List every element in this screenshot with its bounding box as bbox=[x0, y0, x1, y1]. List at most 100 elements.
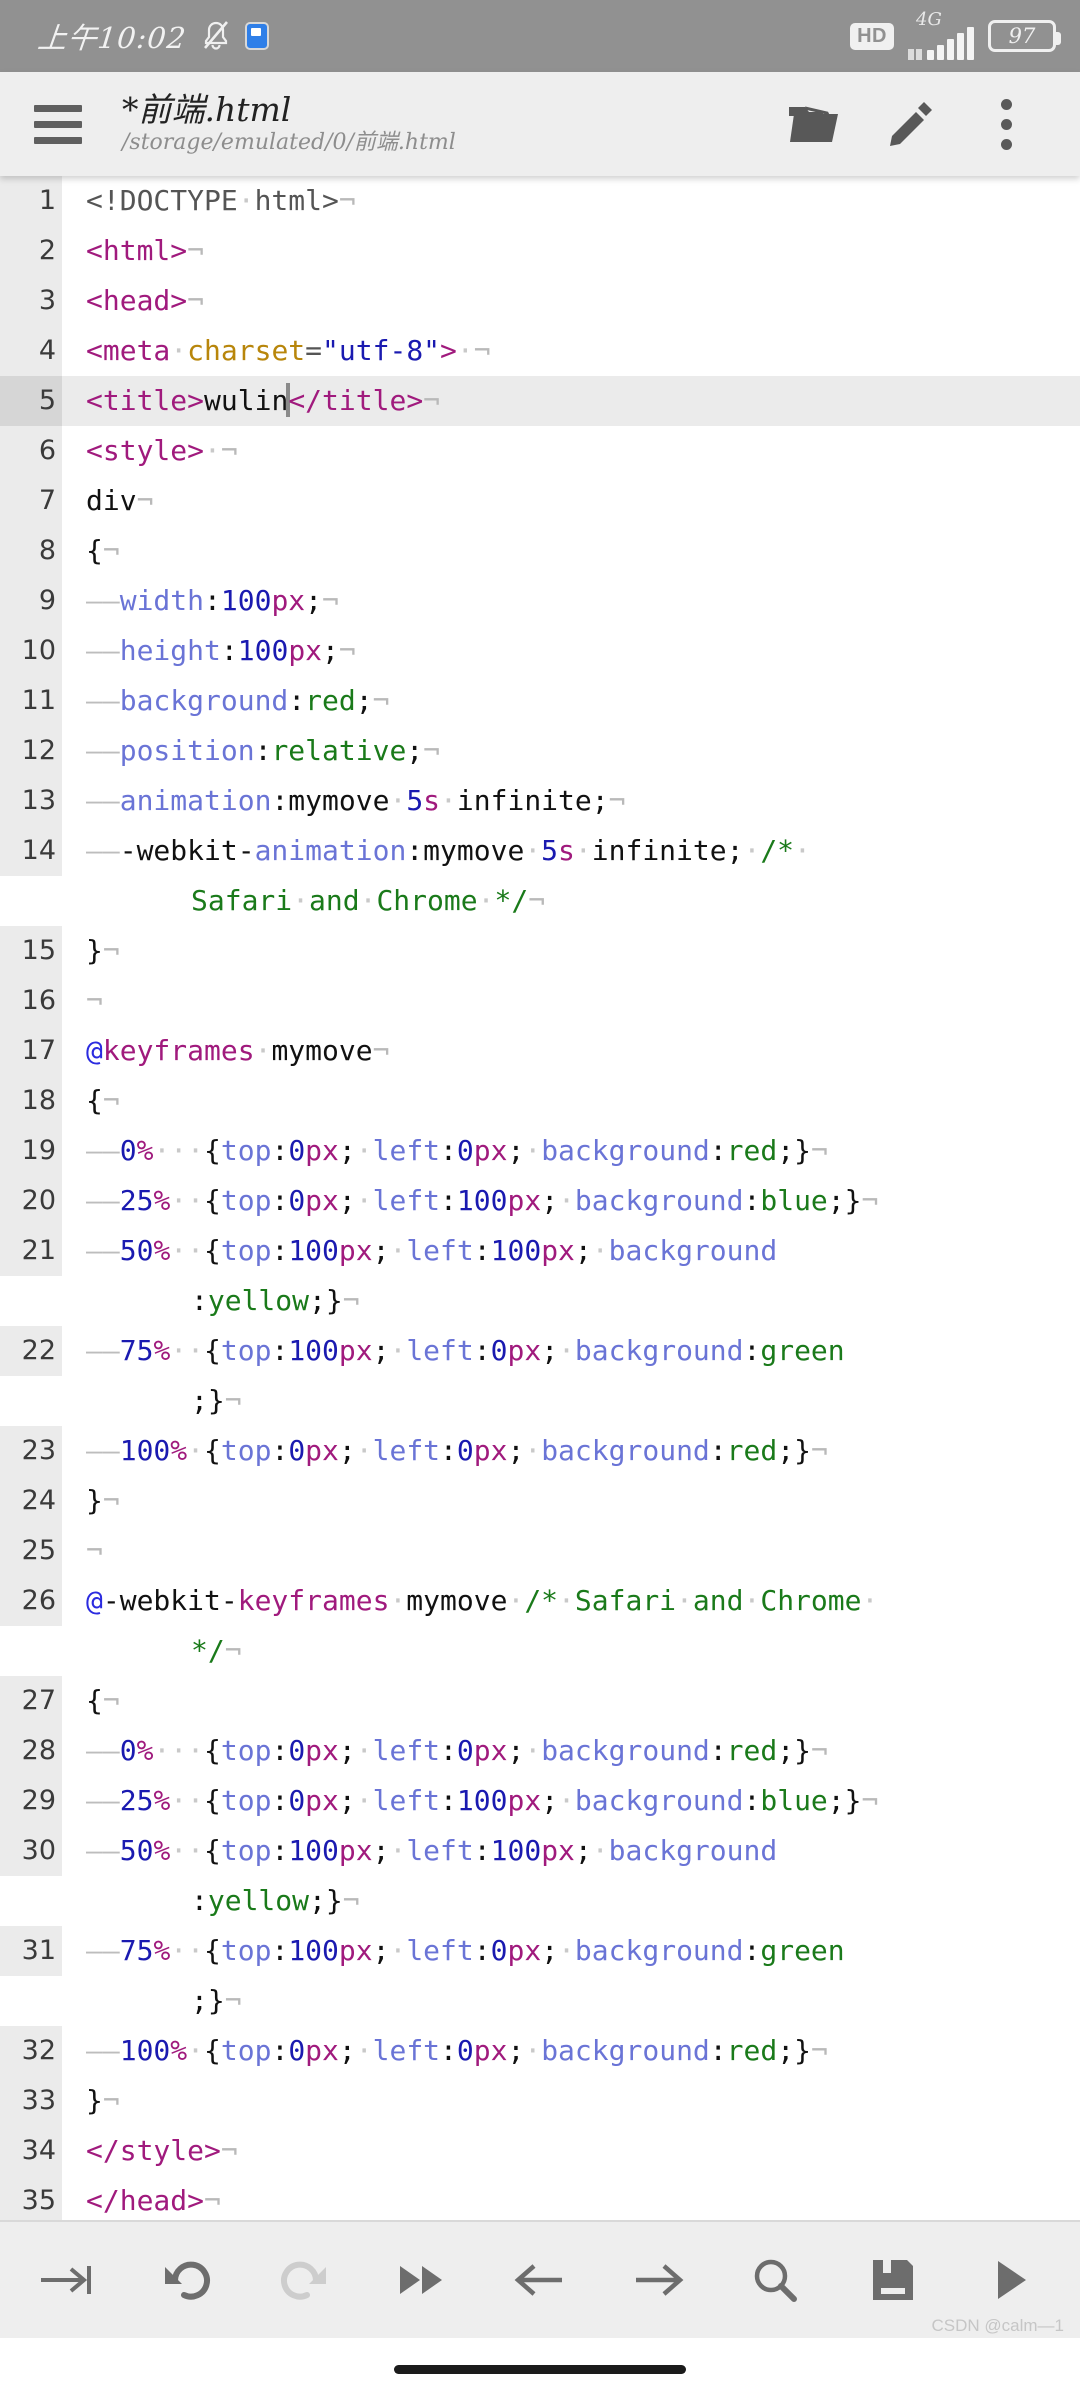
arrow-left-icon[interactable] bbox=[492, 2232, 588, 2328]
arrow-right-icon[interactable] bbox=[610, 2232, 706, 2328]
code-line-content[interactable]: <meta·charset="utf-8">·¬ bbox=[62, 326, 1080, 376]
code-line-15[interactable]: 15 }¬ bbox=[0, 926, 1080, 976]
line-number: 1 bbox=[0, 176, 62, 226]
code-line-27[interactable]: 27 {¬ bbox=[0, 1676, 1080, 1726]
code-line-10[interactable]: 10 ——height:100px;¬ bbox=[0, 626, 1080, 676]
code-line-9[interactable]: 9 ——width:100px;¬ bbox=[0, 576, 1080, 626]
code-line-content[interactable]: ——height:100px;¬ bbox=[62, 626, 1080, 676]
code-line-content[interactable]: @-webkit-keyframes·mymove·/*·Safari·and·… bbox=[62, 1576, 1080, 1676]
code-line-content[interactable]: </style>¬ bbox=[62, 2126, 1080, 2176]
code-line-7[interactable]: 7 div¬ bbox=[0, 476, 1080, 526]
code-line-content[interactable]: ——0%···{top:0px;·left:0px;·background:re… bbox=[62, 1726, 1080, 1776]
code-line-20[interactable]: 20 ——25%··{top:0px;·left:100px;·backgrou… bbox=[0, 1176, 1080, 1226]
line-number: 16 bbox=[0, 976, 62, 1026]
code-line-23[interactable]: 23 ——100%·{top:0px;·left:0px;·background… bbox=[0, 1426, 1080, 1476]
code-line-content[interactable]: ——75%··{top:100px;·left:0px;·background:… bbox=[62, 1926, 1080, 2026]
home-gesture-pill[interactable] bbox=[394, 2364, 686, 2374]
code-line-content[interactable]: <!DOCTYPE·html>¬ bbox=[62, 176, 1080, 226]
code-line-29[interactable]: 29 ——25%··{top:0px;·left:100px;·backgrou… bbox=[0, 1776, 1080, 1826]
code-line-content[interactable]: ——-webkit-animation:mymove·5s·infinite;·… bbox=[62, 826, 1080, 926]
line-number: 18 bbox=[0, 1076, 62, 1126]
more-vertical-icon[interactable] bbox=[958, 82, 1054, 166]
code-line-25[interactable]: 25 ¬ bbox=[0, 1526, 1080, 1576]
code-line-1[interactable]: 1 <!DOCTYPE·html>¬ bbox=[0, 176, 1080, 226]
code-line-content[interactable]: ——0%···{top:0px;·left:0px;·background:re… bbox=[62, 1126, 1080, 1176]
code-line-3[interactable]: 3 <head>¬ bbox=[0, 276, 1080, 326]
code-line-32[interactable]: 32 ——100%·{top:0px;·left:0px;·background… bbox=[0, 2026, 1080, 2076]
code-line-content[interactable]: <style>·¬ bbox=[62, 426, 1080, 476]
code-line-content[interactable]: ——background:red;¬ bbox=[62, 676, 1080, 726]
code-line-34[interactable]: 34 </style>¬ bbox=[0, 2126, 1080, 2176]
code-line-18[interactable]: 18 {¬ bbox=[0, 1076, 1080, 1126]
code-line-14[interactable]: 14 ——-webkit-animation:mymove·5s·infinit… bbox=[0, 826, 1080, 926]
battery-level-label: 97 bbox=[1008, 23, 1036, 48]
code-line-content[interactable]: ——50%··{top:100px;·left:100px;·backgroun… bbox=[62, 1826, 1080, 1926]
line-number: 22 bbox=[0, 1326, 62, 1376]
code-line-26[interactable]: 26 @-webkit-keyframes·mymove·/*·Safari·a… bbox=[0, 1576, 1080, 1676]
status-bar: 上午10:02 HD 4G 97 bbox=[0, 0, 1080, 72]
run-icon[interactable] bbox=[963, 2232, 1059, 2328]
code-line-21[interactable]: 21 ——50%··{top:100px;·left:100px;·backgr… bbox=[0, 1226, 1080, 1326]
code-line-content[interactable]: <title>wulin</title>¬ bbox=[62, 376, 1080, 426]
code-line-content[interactable]: div¬ bbox=[62, 476, 1080, 526]
redo-icon[interactable] bbox=[256, 2232, 352, 2328]
code-line-12[interactable]: 12 ——position:relative;¬ bbox=[0, 726, 1080, 776]
code-line-11[interactable]: 11 ——background:red;¬ bbox=[0, 676, 1080, 726]
code-line-content[interactable]: ——100%·{top:0px;·left:0px;·background:re… bbox=[62, 1426, 1080, 1476]
code-line-19[interactable]: 19 ——0%···{top:0px;·left:0px;·background… bbox=[0, 1126, 1080, 1176]
line-number: 10 bbox=[0, 626, 62, 676]
code-line-content[interactable]: {¬ bbox=[62, 1076, 1080, 1126]
fast-forward-icon[interactable] bbox=[374, 2232, 470, 2328]
search-icon[interactable] bbox=[727, 2232, 823, 2328]
hamburger-menu-icon[interactable] bbox=[30, 102, 86, 146]
code-line-content[interactable]: ——25%··{top:0px;·left:100px;·background:… bbox=[62, 1176, 1080, 1226]
code-line-31[interactable]: 31 ——75%··{top:100px;·left:0px;·backgrou… bbox=[0, 1926, 1080, 2026]
code-line-content[interactable]: ¬ bbox=[62, 1526, 1080, 1576]
line-number: 7 bbox=[0, 476, 62, 526]
code-line-5[interactable]: 5 <title>wulin</title>¬ bbox=[0, 376, 1080, 426]
code-line-16[interactable]: 16 ¬ bbox=[0, 976, 1080, 1026]
code-line-33[interactable]: 33 }¬ bbox=[0, 2076, 1080, 2126]
code-line-content[interactable]: ——100%·{top:0px;·left:0px;·background:re… bbox=[62, 2026, 1080, 2076]
open-folder-icon[interactable] bbox=[766, 82, 862, 166]
code-line-30[interactable]: 30 ——50%··{top:100px;·left:100px;·backgr… bbox=[0, 1826, 1080, 1926]
code-line-content[interactable]: </head>¬ bbox=[62, 2176, 1080, 2220]
code-line-content[interactable]: ¬ bbox=[62, 976, 1080, 1026]
code-line-content[interactable]: {¬ bbox=[62, 1676, 1080, 1726]
code-line-content[interactable]: {¬ bbox=[62, 526, 1080, 576]
code-line-content[interactable]: @keyframes·mymove¬ bbox=[62, 1026, 1080, 1076]
code-line-28[interactable]: 28 ——0%···{top:0px;·left:0px;·background… bbox=[0, 1726, 1080, 1776]
code-line-content[interactable]: }¬ bbox=[62, 926, 1080, 976]
code-line-content[interactable]: ——width:100px;¬ bbox=[62, 576, 1080, 626]
line-number: 24 bbox=[0, 1476, 62, 1526]
line-number: 3 bbox=[0, 276, 62, 326]
code-line-content[interactable]: ——animation:mymove·5s·infinite;¬ bbox=[62, 776, 1080, 826]
code-line-content[interactable]: ——25%··{top:0px;·left:100px;·background:… bbox=[62, 1776, 1080, 1826]
code-line-13[interactable]: 13 ——animation:mymove·5s·infinite;¬ bbox=[0, 776, 1080, 826]
tab-indent-icon[interactable] bbox=[21, 2232, 117, 2328]
code-line-content[interactable]: ——position:relative;¬ bbox=[62, 726, 1080, 776]
code-line-content[interactable]: <head>¬ bbox=[62, 276, 1080, 326]
code-line-24[interactable]: 24 }¬ bbox=[0, 1476, 1080, 1526]
code-line-content[interactable]: ——50%··{top:100px;·left:100px;·backgroun… bbox=[62, 1226, 1080, 1326]
code-line-content[interactable]: <html>¬ bbox=[62, 226, 1080, 276]
code-line-6[interactable]: 6 <style>·¬ bbox=[0, 426, 1080, 476]
app-root: 上午10:02 HD 4G 97 *前端.html /storage/emula… bbox=[0, 0, 1080, 2400]
code-line-35[interactable]: 35 </head>¬ bbox=[0, 2176, 1080, 2220]
code-area[interactable]: 1 <!DOCTYPE·html>¬ 2 <html>¬ 3 <head>¬ 4… bbox=[0, 176, 1080, 2220]
pencil-edit-icon[interactable] bbox=[862, 82, 958, 166]
code-line-22[interactable]: 22 ——75%··{top:100px;·left:0px;·backgrou… bbox=[0, 1326, 1080, 1426]
code-line-content[interactable]: }¬ bbox=[62, 2076, 1080, 2126]
code-line-4[interactable]: 4 <meta·charset="utf-8">·¬ bbox=[0, 326, 1080, 376]
code-line-17[interactable]: 17 @keyframes·mymove¬ bbox=[0, 1026, 1080, 1076]
code-line-content[interactable]: ——75%··{top:100px;·left:0px;·background:… bbox=[62, 1326, 1080, 1426]
line-number: 26 bbox=[0, 1576, 62, 1626]
code-line-8[interactable]: 8 {¬ bbox=[0, 526, 1080, 576]
code-line-2[interactable]: 2 <html>¬ bbox=[0, 226, 1080, 276]
line-number: 29 bbox=[0, 1776, 62, 1826]
save-icon[interactable] bbox=[845, 2232, 941, 2328]
code-line-content[interactable]: }¬ bbox=[62, 1476, 1080, 1526]
status-bar-right: HD 4G 97 bbox=[850, 9, 1061, 60]
undo-icon[interactable] bbox=[139, 2232, 235, 2328]
code-editor[interactable]: 1 <!DOCTYPE·html>¬ 2 <html>¬ 3 <head>¬ 4… bbox=[0, 176, 1080, 2220]
